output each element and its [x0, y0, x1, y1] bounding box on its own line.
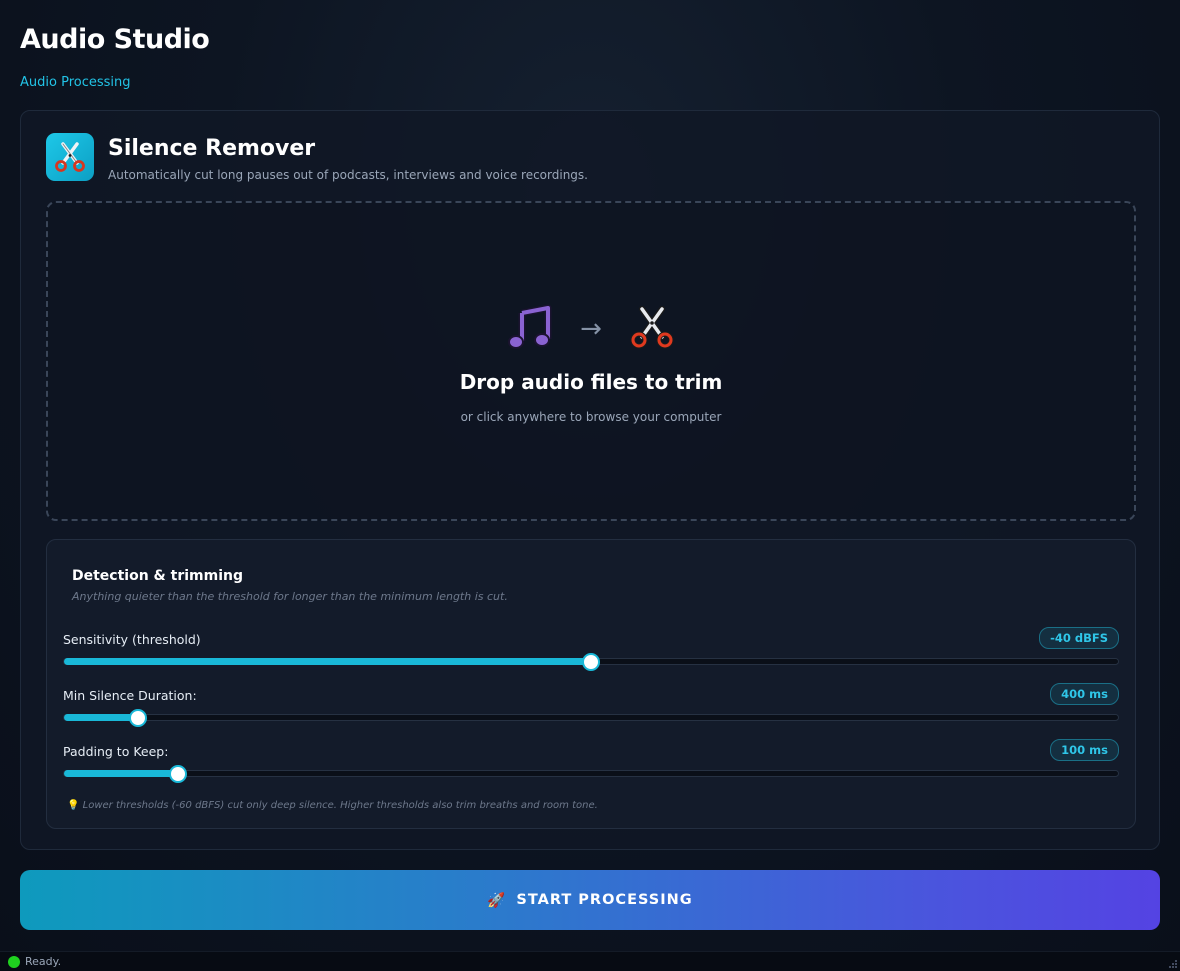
param-label: Padding to Keep: — [63, 744, 169, 759]
start-processing-button[interactable]: 🚀 START PROCESSING — [20, 870, 1160, 930]
param-value-badge: -40 dBFS — [1039, 627, 1119, 649]
param-threshold: Sensitivity (threshold) -40 dBFS — [63, 627, 1119, 674]
tip-text: 💡 Lower thresholds (-60 dBFS) cut only d… — [67, 800, 598, 811]
scissors-icon — [628, 303, 676, 355]
status-bar: Ready. — [0, 951, 1180, 971]
scissors-icon — [46, 133, 94, 181]
rocket-icon: 🚀 — [487, 892, 507, 909]
min-silence-slider[interactable] — [63, 709, 1119, 727]
slider-fill — [64, 714, 138, 721]
threshold-slider[interactable] — [63, 653, 1119, 671]
slider-thumb[interactable] — [168, 765, 187, 783]
param-label: Sensitivity (threshold) — [63, 632, 201, 647]
padding-slider[interactable] — [63, 765, 1119, 783]
slider-thumb[interactable] — [128, 709, 147, 727]
tool-title: Silence Remover — [108, 136, 316, 161]
settings-panel: Detection & trimming Anything quieter th… — [46, 539, 1136, 829]
param-padding: Padding to Keep: 100 ms — [63, 739, 1119, 786]
arrow-right-icon: → — [580, 314, 602, 344]
tool-description: Automatically cut long pauses out of pod… — [108, 168, 588, 182]
file-dropzone[interactable]: → Drop audio files to trim or click anyw… — [46, 201, 1136, 521]
slider-fill — [64, 658, 591, 665]
tool-card: Silence Remover Automatically cut long p… — [20, 110, 1160, 850]
start-processing-label: START PROCESSING — [516, 892, 693, 908]
dropzone-title: Drop audio files to trim — [459, 370, 723, 394]
app-subtitle: Audio Processing — [20, 75, 131, 90]
tip-label: Lower thresholds (-60 dBFS) cut only dee… — [82, 800, 598, 811]
lightbulb-icon: 💡 — [67, 800, 80, 811]
settings-subtitle: Anything quieter than the threshold for … — [72, 590, 508, 603]
music-note-icon — [506, 303, 554, 355]
app-title: Audio Studio — [20, 24, 210, 55]
slider-fill — [64, 770, 178, 777]
param-value-badge: 100 ms — [1050, 739, 1119, 761]
dropzone-hint: or click anywhere to browse your compute… — [460, 410, 722, 424]
dropzone-icons: → — [48, 303, 1134, 355]
settings-title: Detection & trimming — [72, 568, 243, 584]
param-min-silence: Min Silence Duration: 400 ms — [63, 683, 1119, 730]
status-text: Ready. — [25, 955, 62, 968]
param-value-badge: 400 ms — [1050, 683, 1119, 705]
param-label: Min Silence Duration: — [63, 688, 197, 703]
status-indicator — [8, 956, 20, 968]
slider-thumb[interactable] — [582, 653, 600, 671]
resize-grip-icon[interactable] — [1168, 959, 1178, 969]
